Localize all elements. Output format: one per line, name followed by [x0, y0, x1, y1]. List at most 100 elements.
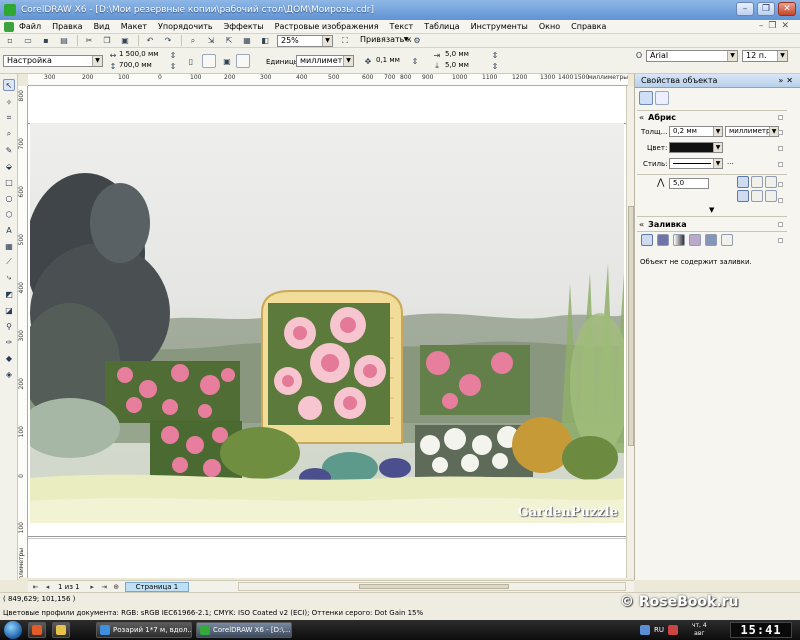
connector-tool-icon[interactable]: ⤷: [3, 272, 15, 284]
menu-window[interactable]: Окно: [539, 22, 560, 31]
chevron-down-icon[interactable]: ▼: [401, 35, 411, 45]
cap-extended-icon[interactable]: [765, 190, 777, 202]
corner-bevel-icon[interactable]: [765, 176, 777, 188]
spinner-icon[interactable]: ⇕: [490, 61, 500, 71]
chevron-down-icon[interactable]: ▼: [92, 56, 102, 66]
save-icon[interactable]: ▪: [40, 35, 52, 47]
spinner-icon[interactable]: ⇕: [168, 50, 178, 60]
page-height-field[interactable]: 700,0 мм: [119, 61, 152, 70]
option-checkbox[interactable]: [778, 222, 783, 227]
document-window-controls[interactable]: –❐✕: [759, 21, 794, 31]
table-tool-icon[interactable]: ▦: [3, 240, 15, 252]
outline-more-button[interactable]: ...: [727, 158, 734, 166]
cap-square-icon[interactable]: [737, 190, 749, 202]
zoom-tool-icon[interactable]: ⌕: [3, 128, 15, 140]
transparency-tool-icon[interactable]: ◪: [3, 304, 15, 316]
taskbar-explorer-icon[interactable]: [52, 622, 70, 638]
export-icon[interactable]: ⇱: [223, 35, 235, 47]
nudge-distance-field[interactable]: 0,1 мм: [376, 56, 400, 65]
ellipse-tool-icon[interactable]: ○: [3, 192, 15, 204]
spinner-icon[interactable]: ⇕: [410, 56, 420, 66]
menu-bitmaps[interactable]: Растровые изображения: [275, 22, 379, 31]
option-checkbox[interactable]: [778, 238, 783, 243]
undo-icon[interactable]: ↶: [144, 35, 156, 47]
prev-page-icon[interactable]: ◂: [43, 582, 52, 591]
texture-fill-icon[interactable]: [705, 234, 717, 246]
font-name-select[interactable]: Arial ▼: [646, 50, 738, 62]
fill-tool-icon[interactable]: ◆: [3, 352, 15, 364]
minimize-button[interactable]: –: [736, 2, 754, 16]
paste-icon[interactable]: ▣: [119, 35, 131, 47]
menu-tools[interactable]: Инструменты: [471, 22, 528, 31]
taskbar-clock[interactable]: 15:41: [730, 622, 792, 638]
menu-effects[interactable]: Эффекты: [224, 22, 264, 31]
uniform-fill-icon[interactable]: [657, 234, 669, 246]
blend-tool-icon[interactable]: ◩: [3, 288, 15, 300]
taskbar-browser-task[interactable]: Розарий 1*7 м, вдол...: [96, 622, 192, 638]
corner-miter-icon[interactable]: [737, 176, 749, 188]
new-icon[interactable]: ▫: [4, 35, 16, 47]
no-fill-icon[interactable]: [641, 234, 653, 246]
spinner-icon[interactable]: ⇕: [490, 50, 500, 60]
zoom-level-select[interactable]: 25% ▼: [277, 34, 333, 47]
pick-tool-icon[interactable]: ↖: [3, 79, 15, 91]
dimension-tool-icon[interactable]: ⟋: [3, 256, 15, 268]
start-button[interactable]: [4, 621, 22, 639]
taskbar-coreldraw-task[interactable]: CorelDRAW X6 - [D:\...: [196, 622, 292, 638]
landscape-button[interactable]: [202, 54, 216, 68]
chevron-down-icon[interactable]: ▼: [713, 143, 722, 152]
menu-table[interactable]: Таблица: [424, 22, 459, 31]
pattern-fill-icon[interactable]: [689, 234, 701, 246]
fill-tab-icon[interactable]: [655, 91, 669, 105]
application-launcher-icon[interactable]: ▦: [241, 35, 253, 47]
garden-artwork[interactable]: GardenPuzzle: [30, 123, 624, 523]
chevron-down-icon[interactable]: ▼: [769, 127, 778, 136]
thickness-select[interactable]: 0,2 мм ▼: [669, 126, 723, 137]
document-icon[interactable]: [4, 21, 14, 32]
horizontal-scroll-thumb[interactable]: [359, 584, 509, 589]
option-checkbox[interactable]: [778, 198, 783, 203]
miter-limit-field[interactable]: 5,0: [669, 178, 709, 189]
color-profiles-status[interactable]: Цветовые профили документа: RGB: sRGB IE…: [3, 609, 423, 617]
all-pages-icon[interactable]: ▣: [222, 56, 232, 66]
chevron-down-icon[interactable]: ▼: [713, 159, 722, 168]
chevron-down-icon[interactable]: ▼: [777, 51, 787, 61]
import-icon[interactable]: ⇲: [205, 35, 217, 47]
full-screen-icon[interactable]: ⛶: [339, 35, 351, 47]
menu-file[interactable]: Файл: [19, 22, 41, 31]
page-preset-select[interactable]: Настройка ▼: [3, 55, 103, 67]
menu-view[interactable]: Вид: [94, 22, 110, 31]
interactive-fill-icon[interactable]: ◈: [3, 368, 15, 380]
cut-icon[interactable]: ✂: [83, 35, 95, 47]
outline-color-picker[interactable]: ▼: [669, 142, 723, 153]
maximize-button[interactable]: ❐: [757, 2, 775, 16]
menu-text[interactable]: Текст: [390, 22, 414, 31]
drawing-canvas[interactable]: GardenPuzzle: [28, 86, 626, 578]
close-button[interactable]: ✕: [778, 2, 796, 16]
option-checkbox[interactable]: [778, 115, 783, 120]
fill-section-title[interactable]: Заливка: [639, 219, 686, 231]
options-icon[interactable]: ⚙: [411, 35, 423, 47]
add-page-icon[interactable]: ⊕: [112, 582, 121, 591]
eyedropper-tool-icon[interactable]: ⚲: [3, 320, 15, 332]
option-checkbox[interactable]: [778, 182, 783, 187]
first-page-icon[interactable]: ⇤: [31, 582, 40, 591]
expand-section-icon[interactable]: ▼: [709, 206, 714, 214]
next-page-icon[interactable]: ▸: [88, 582, 97, 591]
welcome-screen-icon[interactable]: ◧: [259, 35, 271, 47]
thickness-unit-select[interactable]: миллиметры ▼: [725, 126, 779, 137]
chevron-down-icon[interactable]: ▼: [713, 127, 722, 136]
outline-tab-icon[interactable]: [639, 91, 653, 105]
units-select[interactable]: миллиметры ▼: [296, 55, 354, 67]
network-icon[interactable]: [640, 625, 650, 635]
menu-arrange[interactable]: Упорядочить: [158, 22, 213, 31]
vertical-scrollbar[interactable]: [626, 86, 634, 578]
menu-help[interactable]: Справка: [571, 22, 606, 31]
language-indicator[interactable]: RU: [654, 626, 664, 634]
crop-tool-icon[interactable]: ⌗: [3, 112, 15, 124]
menu-layout[interactable]: Макет: [121, 22, 147, 31]
postscript-fill-icon[interactable]: [721, 234, 733, 246]
duplicate-y-field[interactable]: 5,0 мм: [445, 61, 469, 70]
cap-round-icon[interactable]: [751, 190, 763, 202]
polygon-tool-icon[interactable]: ⬡: [3, 208, 15, 220]
